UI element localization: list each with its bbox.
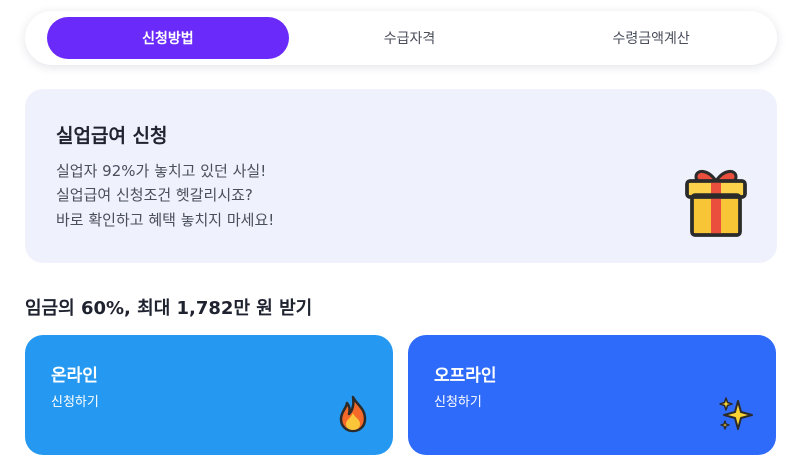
tab-apply-method[interactable]: 신청방법	[47, 17, 289, 59]
card-title: 오프라인	[434, 366, 497, 386]
hero-line: 실업자 92%가 놓치고 있던 사실!	[56, 162, 267, 180]
section-title: 임금의 60%, 최대 1,782만 원 받기	[25, 298, 313, 319]
card-subtitle: 신청하기	[51, 395, 99, 410]
card-subtitle: 신청하기	[434, 395, 482, 410]
hero-title: 실업급여 신청	[56, 125, 168, 147]
offline-apply-card[interactable]: 오프라인 신청하기	[408, 335, 776, 455]
tab-amount-calculator[interactable]: 수령금액계산	[530, 17, 772, 59]
hero-banner: 실업급여 신청 실업자 92%가 놓치고 있던 사실! 실업급여 신청조건 헷갈…	[25, 89, 777, 263]
tab-bar: 신청방법 수급자격 수령금액계산	[25, 11, 777, 65]
hero-line: 바로 확인하고 혜택 놓치지 마세요!	[56, 211, 275, 229]
tab-eligibility[interactable]: 수급자격	[289, 17, 531, 59]
fire-icon	[339, 395, 367, 433]
gift-icon	[685, 170, 747, 237]
online-apply-card[interactable]: 온라인 신청하기	[25, 335, 393, 455]
hero-line: 실업급여 신청조건 헷갈리시죠?	[56, 186, 253, 204]
card-title: 온라인	[51, 366, 98, 386]
sparkles-icon	[719, 397, 753, 430]
